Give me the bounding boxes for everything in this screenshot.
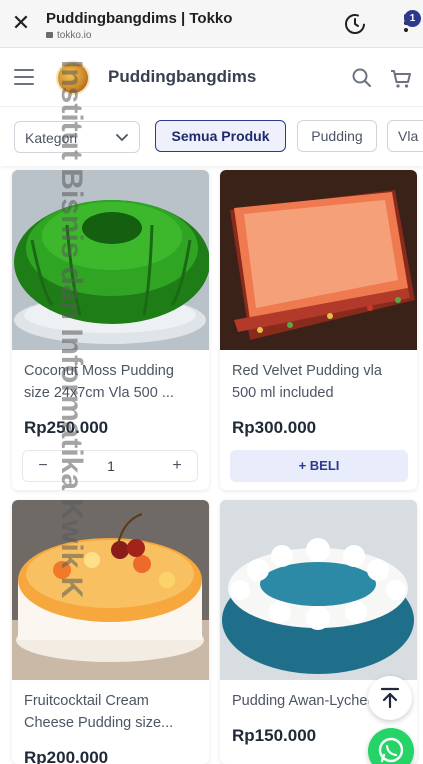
product-price: Rp250.000 (24, 418, 109, 437)
product-card[interactable]: Coconut Moss Pudding size 24x7cm Vla 500… (12, 170, 209, 490)
filter-chip-pudding[interactable]: Pudding (297, 120, 377, 152)
product-price: Rp150.000 (232, 726, 317, 745)
product-image[interactable] (12, 500, 209, 680)
product-name[interactable]: Fruitcocktail Cream Cheese Pudding size.… (24, 690, 196, 734)
product-price: Rp300.000 (232, 418, 317, 437)
product-card[interactable]: Red Velvet Pudding vla 500 ml included R… (220, 170, 417, 490)
cart-count-badge: 1 (404, 10, 421, 27)
scroll-to-top-button[interactable] (368, 676, 412, 720)
browser-bar: ✕ Puddingbangdims | Tokko tokko.io (0, 0, 423, 48)
filter-chip-semua-produk[interactable]: Semua Produk (155, 120, 286, 152)
quantity-value[interactable]: 1 (83, 451, 139, 481)
kategori-dropdown[interactable]: Kategori (14, 121, 140, 153)
product-price: Rp200.000 (24, 748, 109, 764)
quantity-stepper: − 1 + (22, 450, 198, 482)
decrease-button[interactable]: − (23, 451, 63, 481)
arrow-up-icon (380, 687, 400, 709)
store-name[interactable]: Puddingbangdims (108, 67, 256, 87)
product-name[interactable]: Coconut Moss Pudding size 24x7cm Vla 500… (24, 360, 196, 404)
store-logo[interactable] (56, 61, 90, 95)
beli-button[interactable]: + BELI (230, 450, 408, 482)
product-image[interactable] (12, 170, 209, 350)
product-card[interactable]: Pudding Awan-Lychee Rp150.000 (220, 500, 417, 764)
whatsapp-icon (378, 737, 404, 763)
close-icon[interactable]: ✕ (10, 13, 32, 35)
product-name[interactable]: Red Velvet Pudding vla 500 ml included (232, 360, 404, 404)
product-card[interactable]: Fruitcocktail Cream Cheese Pudding size.… (12, 500, 209, 764)
product-image[interactable] (220, 500, 417, 680)
kategori-label: Kategori (25, 130, 78, 146)
filter-chip-vla[interactable]: Vla (387, 120, 423, 152)
history-icon[interactable] (343, 12, 367, 36)
search-icon[interactable] (350, 66, 374, 90)
hamburger-icon[interactable] (14, 69, 34, 85)
lock-icon (46, 32, 53, 38)
store-header: Puddingbangdims (0, 49, 423, 107)
whatsapp-button[interactable] (368, 728, 414, 764)
browser-title: Puddingbangdims | Tokko (46, 10, 233, 27)
increase-button[interactable]: + (157, 451, 197, 481)
chevron-down-icon (115, 130, 129, 144)
browser-url[interactable]: tokko.io (46, 30, 91, 41)
product-image[interactable] (220, 170, 417, 350)
filter-row: Kategori Semua Produk Pudding Vla (0, 108, 423, 166)
cart-icon[interactable] (388, 65, 414, 91)
url-text: tokko.io (57, 30, 92, 41)
